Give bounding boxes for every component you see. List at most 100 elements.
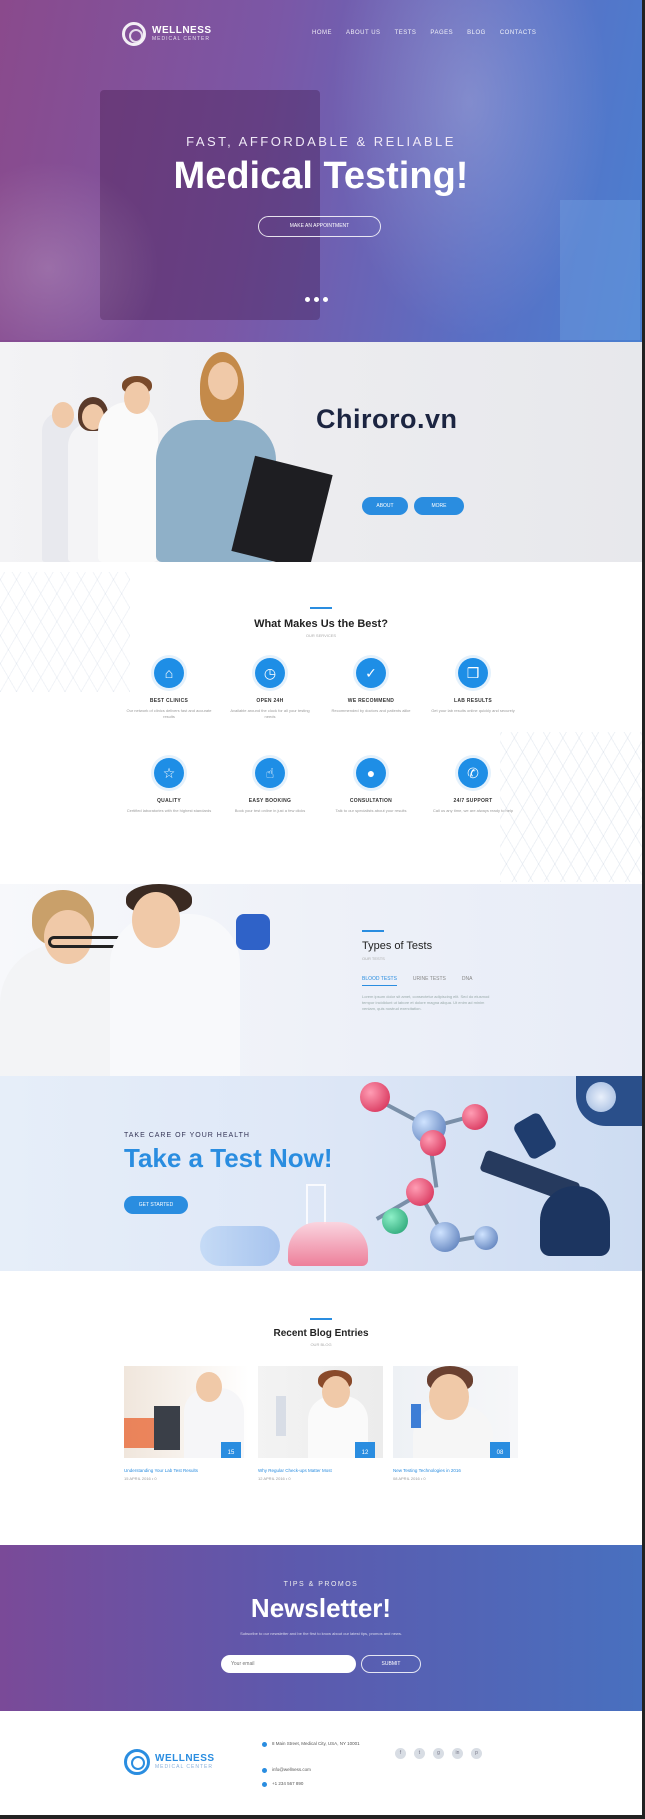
feature-item: ☆ QUALITY Certified laboratories with th… bbox=[124, 758, 214, 814]
cta-section: TAKE CARE OF YOUR HEALTH Take a Test Now… bbox=[0, 1076, 642, 1271]
star-icon: ☆ bbox=[154, 758, 184, 788]
touch-icon: ☝ bbox=[255, 758, 285, 788]
feature-item: ☝ EASY BOOKING Book your test online in … bbox=[225, 758, 315, 814]
user-icon: ● bbox=[356, 758, 386, 788]
slider-dot[interactable] bbox=[323, 297, 328, 302]
feature-title: QUALITY bbox=[156, 798, 182, 804]
features-subtitle: OUR SERVICES bbox=[305, 633, 337, 638]
logo-name: WELLNESS bbox=[155, 1753, 215, 1764]
tab-urine-tests[interactable]: URINE TESTS bbox=[413, 976, 446, 986]
footer-logo[interactable]: WELLNESS MEDICAL CENTER bbox=[124, 1749, 215, 1775]
blog-card[interactable]: 12 Why Regular Check-ups Matter Most 12 … bbox=[258, 1366, 383, 1481]
feature-item: ◷ OPEN 24H Available around the clock fo… bbox=[225, 658, 315, 720]
location-icon bbox=[262, 1742, 267, 1747]
feature-item: ⌂ BEST CLINICS Our network of clinics de… bbox=[124, 658, 214, 720]
newsletter-email-input[interactable] bbox=[221, 1655, 356, 1673]
phone-icon bbox=[262, 1782, 267, 1787]
footer-email[interactable]: info@wellness.com bbox=[262, 1767, 311, 1773]
slider-dots bbox=[305, 297, 328, 302]
feature-title: 24/7 SUPPORT bbox=[453, 798, 493, 804]
slider-dot[interactable] bbox=[305, 297, 310, 302]
linkedin-icon[interactable]: in bbox=[452, 1748, 463, 1759]
tab-dna[interactable]: DNA bbox=[462, 976, 473, 986]
email-text[interactable]: info@wellness.com bbox=[272, 1767, 311, 1773]
menu-item-about[interactable]: ABOUT US bbox=[346, 30, 381, 36]
document-icon: ❒ bbox=[458, 658, 488, 688]
tests-section: Types of Tests OUR TESTS BLOOD TESTS URI… bbox=[0, 884, 642, 1076]
newsletter-submit-button[interactable]: SUBMIT bbox=[361, 1655, 421, 1673]
building-icon: ⌂ bbox=[154, 658, 184, 688]
blog-card[interactable]: 15 Understanding Your Lab Test Results 1… bbox=[124, 1366, 249, 1481]
menu-item-blog[interactable]: BLOG bbox=[467, 30, 486, 36]
microscope bbox=[154, 1406, 180, 1450]
menu-item-pages[interactable]: PAGES bbox=[430, 30, 453, 36]
blog-post-title[interactable]: New Testing Technologies in 2016 bbox=[393, 1468, 518, 1473]
feature-text: Get your lab results online quickly and … bbox=[431, 708, 515, 713]
feature-text: Book your test online in just a few clic… bbox=[234, 808, 306, 813]
twitter-icon[interactable]: t bbox=[414, 1748, 425, 1759]
feature-item: ❒ LAB RESULTS Get your lab results onlin… bbox=[428, 658, 518, 714]
team-section: Chiroro.vn ABOUT MORE bbox=[0, 342, 642, 562]
date-badge: 08 bbox=[490, 1442, 510, 1458]
menu-item-home[interactable]: HOME bbox=[312, 30, 332, 36]
social-links: f t g in p bbox=[395, 1748, 482, 1759]
blog-post-meta: 08 APRIL 2016 • 0 bbox=[393, 1476, 426, 1481]
cta-kicker: TAKE CARE OF YOUR HEALTH bbox=[124, 1132, 250, 1139]
tab-blood-tests[interactable]: BLOOD TESTS bbox=[362, 976, 397, 986]
blog-thumbnail[interactable]: 15 bbox=[124, 1366, 249, 1458]
more-button[interactable]: MORE bbox=[414, 497, 464, 515]
features-title: What Makes Us the Best? bbox=[254, 618, 388, 630]
atom bbox=[406, 1178, 434, 1206]
feature-text: Recommended by doctors and patients alik… bbox=[331, 708, 411, 713]
flask bbox=[288, 1184, 368, 1266]
newsletter-section: TIPS & PROMOS Newsletter! Subscribe to o… bbox=[0, 1545, 642, 1711]
main-menu: HOME ABOUT US TESTS PAGES BLOG CONTACTS bbox=[312, 30, 536, 36]
logo-icon bbox=[124, 1749, 150, 1775]
logo-icon bbox=[122, 22, 146, 46]
feature-title: CONSULTATION bbox=[349, 798, 393, 804]
facebook-icon[interactable]: f bbox=[395, 1748, 406, 1759]
atom bbox=[420, 1130, 446, 1156]
feature-item: ✓ WE RECOMMEND Recommended by doctors an… bbox=[326, 658, 416, 714]
feature-text: Talk to our specialists about your resul… bbox=[335, 808, 407, 813]
tests-title: Types of Tests bbox=[362, 940, 433, 952]
landing-page: WELLNESS MEDICAL CENTER HOME ABOUT US TE… bbox=[0, 0, 645, 1819]
features-section: What Makes Us the Best? OUR SERVICES ⌂ B… bbox=[0, 562, 642, 884]
feature-title: OPEN 24H bbox=[256, 698, 284, 704]
pinterest-icon[interactable]: p bbox=[471, 1748, 482, 1759]
footer: WELLNESS MEDICAL CENTER 8 Main Street, M… bbox=[0, 1711, 642, 1815]
phone-icon: ✆ bbox=[458, 758, 488, 788]
feature-text: Call us any time, we are always ready to… bbox=[432, 808, 514, 813]
address-text: 8 Main Street, Medical City, USA, NY 100… bbox=[272, 1741, 360, 1746]
feature-title: EASY BOOKING bbox=[248, 798, 292, 804]
blog-post-title[interactable]: Understanding Your Lab Test Results bbox=[124, 1468, 249, 1473]
header-logo[interactable]: WELLNESS MEDICAL CENTER bbox=[122, 22, 212, 46]
menu-item-contacts[interactable]: CONTACTS bbox=[500, 30, 537, 36]
atom bbox=[360, 1082, 390, 1112]
hexagon-pattern bbox=[500, 732, 642, 882]
logo-tagline: MEDICAL CENTER bbox=[155, 1764, 213, 1770]
menu-item-tests[interactable]: TESTS bbox=[395, 30, 417, 36]
blog-post-title[interactable]: Why Regular Check-ups Matter Most bbox=[258, 1468, 383, 1473]
feature-text: Our network of clinics delivers fast and… bbox=[126, 708, 212, 719]
hero-title: Medical Testing! bbox=[173, 155, 469, 197]
blog-thumbnail[interactable]: 08 bbox=[393, 1366, 518, 1458]
appointment-button[interactable]: MAKE AN APPOINTMENT bbox=[258, 216, 381, 237]
cta-title: Take a Test Now! bbox=[124, 1143, 333, 1173]
newsletter-text: Subscribe to our newsletter and be the f… bbox=[240, 1631, 402, 1636]
google-plus-icon[interactable]: g bbox=[433, 1748, 444, 1759]
atom bbox=[474, 1226, 498, 1250]
about-button[interactable]: ABOUT bbox=[362, 497, 408, 515]
slider-dot[interactable] bbox=[314, 297, 319, 302]
feature-title: BEST CLINICS bbox=[149, 698, 189, 704]
footer-phone[interactable]: +1 234 567 890 bbox=[262, 1781, 303, 1787]
blog-thumbnail[interactable]: 12 bbox=[258, 1366, 383, 1458]
date-badge: 15 bbox=[221, 1442, 241, 1458]
feature-text: Certified laboratories with the highest … bbox=[126, 808, 212, 813]
phone-text[interactable]: +1 234 567 890 bbox=[272, 1781, 303, 1787]
feature-item: ✆ 24/7 SUPPORT Call us any time, we are … bbox=[428, 758, 518, 814]
get-started-button[interactable]: GET STARTED bbox=[124, 1196, 188, 1214]
blog-card[interactable]: 08 New Testing Technologies in 2016 08 A… bbox=[393, 1366, 518, 1481]
newsletter-kicker: TIPS & PROMOS bbox=[283, 1581, 359, 1588]
atom bbox=[382, 1208, 408, 1234]
